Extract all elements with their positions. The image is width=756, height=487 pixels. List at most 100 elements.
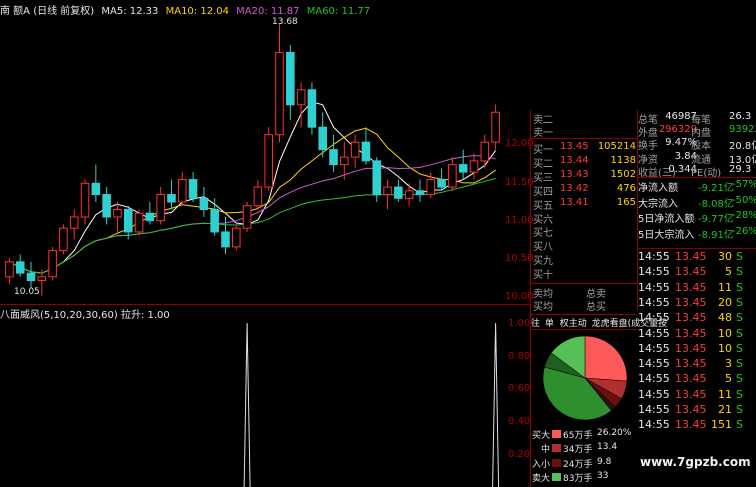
buy-row[interactable]: 买二 13.44 1138 xyxy=(531,154,638,170)
buy-row[interactable]: 买八 xyxy=(531,238,638,253)
tick-price: 13.45 xyxy=(675,250,707,263)
pie-slice xyxy=(584,335,628,382)
candle-body xyxy=(264,134,273,188)
orderbook-divider xyxy=(531,283,638,284)
sell-row[interactable]: 卖一 xyxy=(531,124,638,139)
quote-value: 939226 xyxy=(729,124,756,136)
quote-divider xyxy=(638,248,756,249)
tick-side: S xyxy=(736,372,743,386)
quote-value: 29.3 xyxy=(729,163,752,175)
tick-side: S xyxy=(736,265,743,279)
candle-body xyxy=(113,208,122,218)
candlestick-svg xyxy=(5,23,500,296)
candle-body xyxy=(221,231,230,248)
flow-row: 大宗流入 -8.08亿 -50% xyxy=(638,195,756,210)
tab-active[interactable]: 权主动 xyxy=(560,319,587,329)
tick-price: 13.45 xyxy=(675,295,707,309)
tick-price: 13.45 xyxy=(675,372,707,386)
tick-time: 14:55 xyxy=(638,372,670,386)
candle-body xyxy=(188,179,198,199)
legend-amount: 34万手 xyxy=(563,445,593,456)
tabs-divider xyxy=(531,329,637,330)
flow-value: -9.77亿 xyxy=(698,214,734,225)
flow-row: 净流入额 -9.21亿 -57% xyxy=(638,179,756,194)
tick-time: 14:55 xyxy=(638,265,670,279)
buy-label: 买一 xyxy=(533,145,553,156)
indicator-tick: 1.00 xyxy=(508,318,531,329)
tick-list[interactable]: 14:55 13.45 30 S 14:55 13.45 5 S 14:55 13.45 11 S 14… xyxy=(638,250,756,487)
tick-volume: 48 xyxy=(718,311,732,325)
candle-body xyxy=(415,190,425,196)
candle-body xyxy=(5,261,14,278)
tab-dragon-tiger[interactable]: 龙虎看盘(成交量按 xyxy=(592,319,668,329)
sell-label: 卖一 xyxy=(533,128,553,139)
buy-row[interactable]: 买四 13.42 476 xyxy=(531,183,638,198)
buy-price: 13.44 xyxy=(560,154,589,166)
candle-body xyxy=(404,190,414,199)
candle-body xyxy=(37,276,47,282)
buy-row[interactable]: 买三 13.43 1502 xyxy=(531,169,638,184)
legend-side: 卖 xyxy=(532,473,542,484)
quote-value: 26.3 xyxy=(729,111,752,122)
candle-body xyxy=(296,89,306,106)
price-axis: 12.00 11.50 11.00 10.50 10.00 xyxy=(505,15,534,305)
candle-body xyxy=(318,126,328,151)
flow-value: -8.08亿 xyxy=(698,198,734,210)
tick-price: 13.45 xyxy=(675,326,707,340)
legend-side: 买 xyxy=(532,431,542,441)
tick-price: 13.45 xyxy=(675,311,707,325)
tick-time: 14:55 xyxy=(638,418,670,432)
buy-volume: 1138 xyxy=(610,154,636,166)
buy-row[interactable]: 买七 xyxy=(531,224,638,239)
buy-row[interactable]: 买九 xyxy=(531,252,638,267)
tab-order[interactable]: 单 xyxy=(545,319,554,329)
candle-body xyxy=(275,51,284,136)
candle-body xyxy=(59,227,68,252)
candle-body xyxy=(491,111,500,143)
tick-row: 14:55 13.45 5 S xyxy=(638,372,756,387)
tick-volume: 5 xyxy=(725,265,732,279)
candle-body xyxy=(426,179,436,196)
analysis-tabs: 往 单 权主动 龙虎看盘(成交量按 xyxy=(531,316,667,329)
candle-body xyxy=(361,141,371,162)
avg-buy-row: 买均 总买 xyxy=(531,298,638,313)
tick-row: 14:55 13.45 10 S xyxy=(638,342,756,357)
legend-swatch xyxy=(552,472,561,481)
candle-body xyxy=(350,141,360,158)
order-book: 卖二 卖一 买一 13.45 105214 买二 13.44 1138 买三 13.43 150… xyxy=(531,111,638,313)
quote-divider xyxy=(638,177,756,178)
candle-body xyxy=(48,250,57,278)
candle-body xyxy=(26,272,36,282)
legend-size: 大 xyxy=(541,473,551,484)
tick-row: 14:55 13.45 21 S xyxy=(638,403,756,418)
tick-side: S xyxy=(736,280,743,294)
sell-row[interactable]: 卖二 xyxy=(531,111,638,126)
legend-size: 大 xyxy=(541,431,551,441)
tick-volume: 21 xyxy=(718,403,732,416)
buy-row[interactable]: 买六 xyxy=(531,211,638,226)
tick-price: 13.45 xyxy=(675,341,707,355)
legend-row: 中 34万手 13.4 xyxy=(531,442,637,455)
flow-row: 5日净流入额 -9.77亿 -28% xyxy=(638,210,756,225)
buy-row[interactable]: 买五 13.41 165 xyxy=(531,197,638,212)
legend-size: 中 xyxy=(541,445,551,456)
buy-label: 买三 xyxy=(533,172,553,184)
tick-side: S xyxy=(736,250,743,263)
chart-header: 南 额A (日线 前复权) MA5: 12.33 MA10: 12.04 MA2… xyxy=(0,2,520,17)
tick-row: 14:55 13.45 30 S xyxy=(638,250,756,265)
legend-row: 买大 65万手 26.20% xyxy=(531,428,637,441)
candle-body xyxy=(448,164,457,188)
high-price-label: 13.68 xyxy=(272,17,298,27)
candle-body xyxy=(340,156,349,166)
candle-body xyxy=(134,212,144,233)
buy-row[interactable]: 买十 xyxy=(531,266,638,281)
tab-history[interactable]: 往 xyxy=(531,319,540,329)
buy-row[interactable]: 买一 13.45 105214 xyxy=(531,141,638,156)
capital-flow-pie xyxy=(540,332,630,424)
indicator-chart[interactable] xyxy=(0,318,505,487)
price-chart[interactable]: 13.68 10.05 xyxy=(0,15,505,303)
flow-percent: -28% xyxy=(732,210,756,221)
tick-time: 14:55 xyxy=(638,250,670,263)
legend-amount: 65万手 xyxy=(563,431,593,441)
avg-sell-row: 卖均 总卖 xyxy=(531,285,638,300)
